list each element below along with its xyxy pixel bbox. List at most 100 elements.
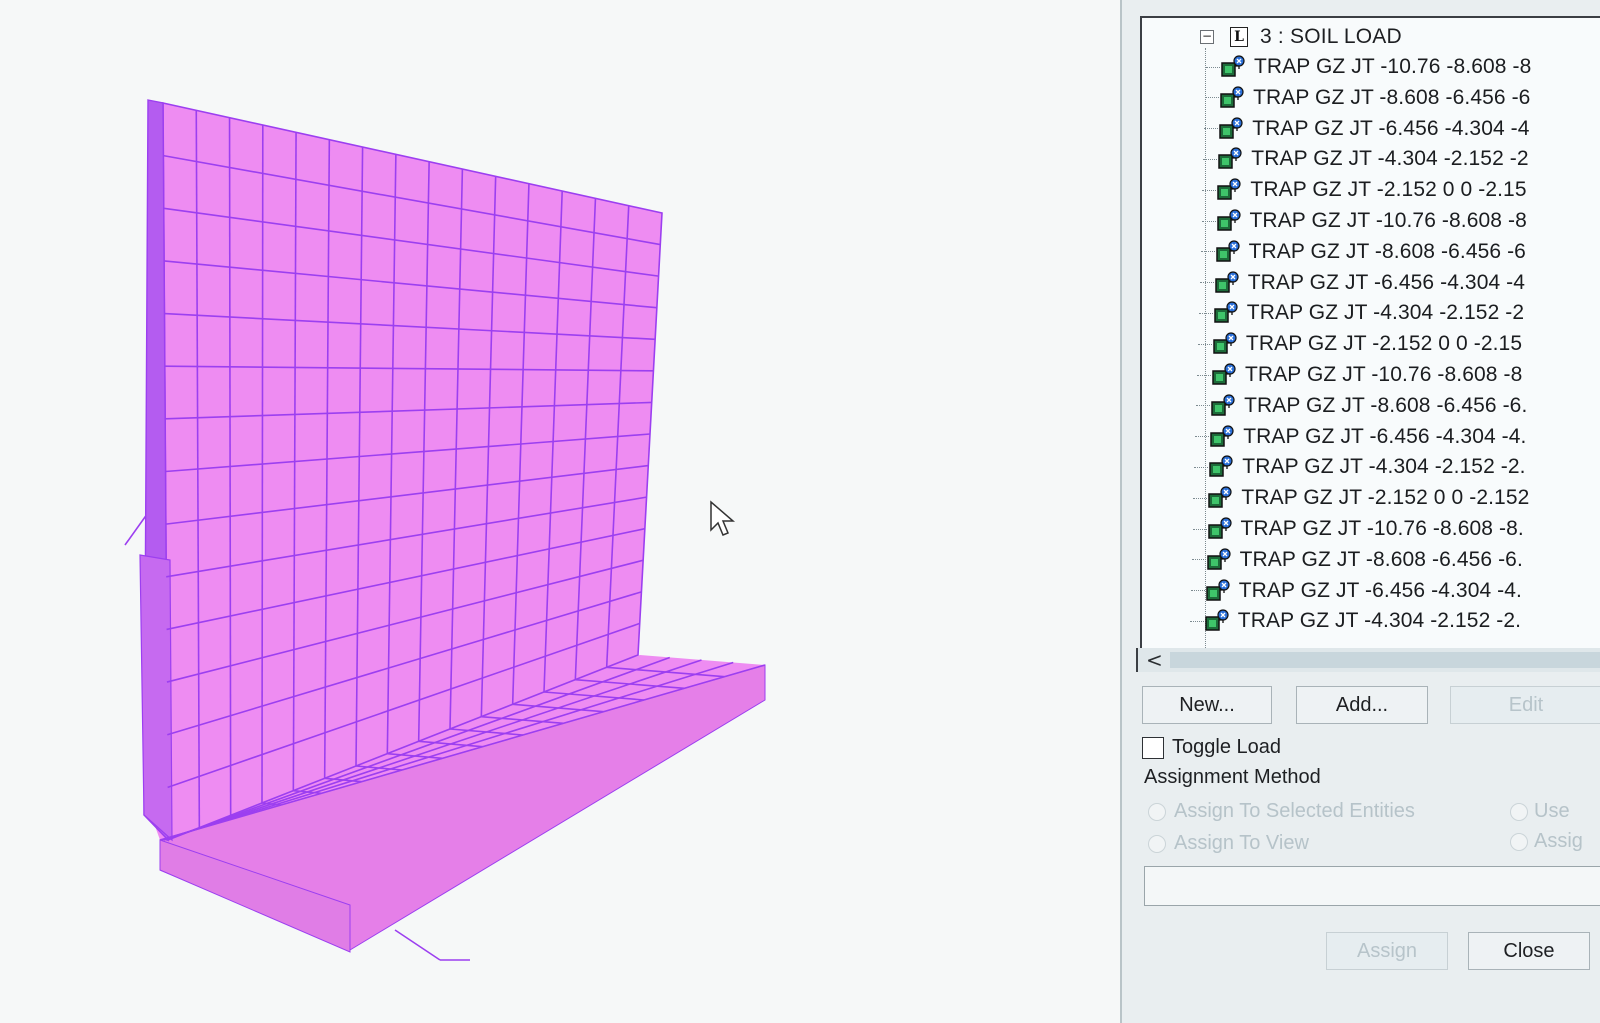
tree-item[interactable]: TRAP GZ JT -4.304 -2.152 -2.	[1189, 606, 1522, 636]
trap-load-icon	[1219, 116, 1243, 139]
tree-connector	[1194, 466, 1209, 468]
model-viewport[interactable]	[0, 0, 1120, 1023]
tree-connector	[1189, 620, 1204, 622]
tree-item[interactable]: TRAP GZ JT -6.456 -4.304 -4	[1199, 268, 1526, 298]
tree-item-label: TRAP GZ JT -10.76 -8.608 -8.	[1240, 517, 1524, 540]
tree-item-label: TRAP GZ JT -8.608 -6.456 -6	[1248, 239, 1526, 263]
tree-root-soil-load[interactable]: − L 3 : SOIL LOAD	[1200, 24, 1402, 50]
tree-item[interactable]: TRAP GZ JT -6.456 -4.304 -4.	[1195, 422, 1526, 452]
assign-selected-option[interactable]: Assign To Selected Entities	[1148, 800, 1415, 823]
collapse-icon[interactable]: −	[1200, 30, 1214, 44]
tree-item[interactable]: TRAP GZ JT -6.456 -4.304 -4.	[1190, 576, 1522, 606]
tree-item-label: TRAP GZ JT -2.152 0 0 -2.152	[1241, 486, 1530, 510]
trap-load-icon	[1221, 55, 1245, 77]
trap-load-icon	[1205, 609, 1229, 632]
trap-load-icon	[1205, 578, 1230, 601]
tree-connector	[1190, 590, 1205, 592]
trap-load-icon	[1218, 147, 1242, 170]
tree-item[interactable]: TRAP GZ JT -10.76 -8.608 -8	[1201, 206, 1527, 236]
assign-button[interactable]: Assign	[1326, 932, 1448, 970]
tree-item[interactable]: TRAP GZ JT -8.608 -6.456 -6	[1200, 237, 1526, 267]
trap-load-icon	[1216, 209, 1241, 231]
tree-connector	[1192, 528, 1207, 530]
tree-item-label: TRAP GZ JT -4.304 -2.152 -2	[1246, 301, 1525, 325]
tree-connector	[1196, 405, 1211, 407]
tree-connector	[1203, 158, 1218, 160]
tree-connector	[1191, 559, 1206, 561]
add-button[interactable]: Add...	[1296, 686, 1428, 724]
trap-load-icon	[1208, 486, 1232, 508]
tree-connector	[1198, 312, 1213, 314]
assignment-text-field[interactable]	[1144, 866, 1600, 906]
tree-item-label: TRAP GZ JT -10.76 -8.608 -8	[1254, 55, 1532, 78]
mouse-cursor-icon	[710, 500, 736, 536]
scrollbar-thumb[interactable]	[1170, 652, 1600, 668]
tree-item-label: TRAP GZ JT -4.304 -2.152 -2	[1251, 147, 1529, 171]
tree-connector	[1195, 436, 1210, 438]
tree-item[interactable]: TRAP GZ JT -8.608 -6.456 -6.	[1196, 391, 1527, 421]
trap-load-icon	[1214, 270, 1239, 293]
close-button[interactable]: Close	[1468, 932, 1590, 970]
tree-item[interactable]: TRAP GZ JT -10.76 -8.608 -8	[1197, 360, 1522, 390]
tree-item-label: TRAP GZ JT -2.152 0 0 -2.15	[1245, 332, 1523, 356]
assign-view-radio[interactable]	[1148, 834, 1166, 853]
toggle-load-checkbox[interactable]	[1142, 736, 1164, 759]
tree-item[interactable]: TRAP GZ JT -10.76 -8.608 -8.	[1192, 514, 1524, 544]
toggle-load-label: Toggle Load	[1172, 736, 1281, 758]
new-button[interactable]: New...	[1142, 686, 1272, 724]
edit-button[interactable]: Edit	[1450, 686, 1600, 724]
use-label: Use	[1534, 800, 1570, 822]
tree-connector	[1205, 97, 1220, 99]
tree-root-label: 3 : SOIL LOAD	[1260, 25, 1402, 48]
tree-item[interactable]: TRAP GZ JT -2.152 0 0 -2.152	[1193, 483, 1529, 513]
tree-item[interactable]: TRAP GZ JT -8.608 -6.456 -6	[1205, 83, 1530, 113]
trap-load-icon	[1215, 240, 1240, 262]
horizontal-scrollbar[interactable]: <	[1136, 648, 1600, 672]
tree-item[interactable]: TRAP GZ JT -10.76 -8.608 -8	[1206, 52, 1531, 82]
assign-other-radio[interactable]	[1510, 832, 1528, 851]
trap-load-icon	[1220, 86, 1244, 108]
tree-item[interactable]: TRAP GZ JT -4.304 -2.152 -2.	[1194, 452, 1526, 482]
trap-load-icon	[1214, 301, 1238, 324]
tree-item-label: TRAP GZ JT -6.456 -4.304 -4	[1247, 270, 1526, 294]
tree-item-label: TRAP GZ JT -10.76 -8.608 -8	[1245, 363, 1523, 386]
trap-load-icon	[1206, 548, 1231, 570]
assign-selected-radio[interactable]	[1148, 802, 1166, 821]
assign-selected-label: Assign To Selected Entities	[1174, 800, 1415, 822]
stem-heel-face	[139, 554, 173, 842]
tree-connector	[1201, 220, 1216, 222]
tree-item-label: TRAP GZ JT -8.608 -6.456 -6.	[1239, 547, 1523, 571]
tree-item[interactable]: TRAP GZ JT -4.304 -2.152 -2	[1203, 144, 1529, 174]
tree-item[interactable]: TRAP GZ JT -2.152 0 0 -2.15	[1197, 329, 1523, 359]
use-radio[interactable]	[1510, 802, 1528, 821]
tree-connector	[1200, 251, 1215, 253]
trap-load-icon	[1209, 455, 1233, 478]
toggle-load-row[interactable]: Toggle Load	[1142, 736, 1281, 759]
trap-load-icon	[1217, 178, 1241, 200]
tree-item-label: TRAP GZ JT -4.304 -2.152 -2.	[1242, 455, 1526, 479]
tree-item[interactable]: TRAP GZ JT -2.152 0 0 -2.15	[1202, 175, 1527, 205]
tree-connector	[1202, 189, 1217, 191]
tree-connector	[1197, 374, 1211, 376]
use-option[interactable]: Use	[1510, 800, 1570, 823]
assign-other-option[interactable]: Assig	[1510, 830, 1583, 853]
axis-line	[394, 929, 441, 961]
retaining-wall-mesh[interactable]	[0, 0, 1120, 1023]
tree-item[interactable]: TRAP GZ JT -4.304 -2.152 -2	[1198, 298, 1525, 328]
tree-item[interactable]: TRAP GZ JT -8.608 -6.456 -6.	[1191, 545, 1523, 575]
scroll-left-icon[interactable]: <	[1146, 648, 1163, 672]
tree-item-label: TRAP GZ JT -4.304 -2.152 -2.	[1237, 609, 1522, 633]
tree-connector	[1199, 282, 1214, 284]
assign-view-label: Assign To View	[1174, 832, 1309, 854]
trap-load-icon	[1207, 517, 1232, 539]
tree-item[interactable]: TRAP GZ JT -6.456 -4.304 -4	[1204, 114, 1529, 144]
trap-load-icon	[1210, 424, 1234, 447]
tree-item-label: TRAP GZ JT -6.456 -4.304 -4.	[1238, 578, 1522, 602]
tree-item-label: TRAP GZ JT -8.608 -6.456 -6.	[1244, 393, 1528, 417]
tree-connector	[1197, 343, 1212, 345]
tree-connector	[1206, 66, 1220, 68]
tree-connector	[1193, 497, 1208, 499]
assign-view-option[interactable]: Assign To View	[1148, 832, 1309, 855]
load-tree[interactable]: − L 3 : SOIL LOAD TRAP GZ JT -10.76 -8.6…	[1140, 16, 1600, 653]
tree-connector	[1204, 128, 1219, 130]
